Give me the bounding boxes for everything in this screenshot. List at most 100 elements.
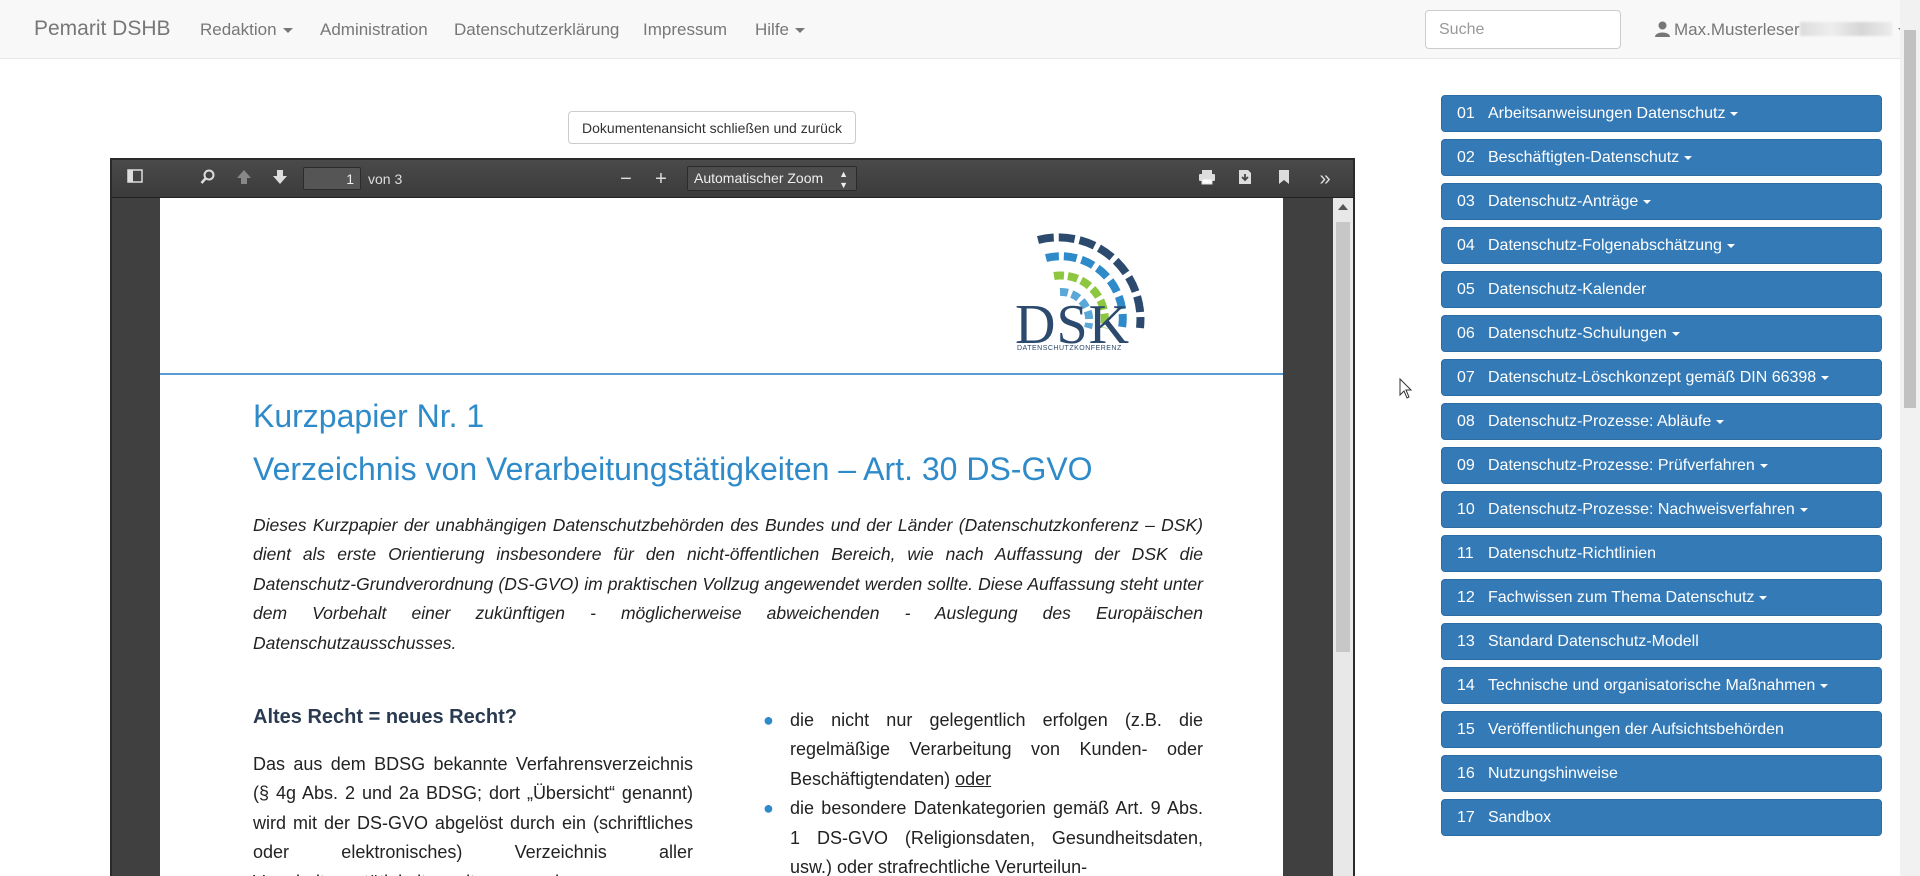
caret-down-icon (1759, 463, 1768, 468)
tools-menu-icon[interactable]: » (1314, 169, 1336, 189)
nav-datenschutzerklaerung[interactable]: Datenschutzerklärung (454, 20, 619, 40)
zoom-in-icon[interactable]: + (650, 169, 672, 189)
sidebar-item-num: 16 (1457, 765, 1475, 782)
sidebar-toggle-icon[interactable] (124, 169, 146, 189)
sidebar-item-num: 09 (1457, 457, 1475, 474)
search-icon[interactable] (197, 169, 219, 189)
sidebar-item-label: Datenschutz-Anträge (1488, 193, 1639, 210)
sidebar-item-label: Datenschutz-Kalender (1488, 281, 1647, 298)
sidebar-item-label: Beschäftigten-Datenschutz (1488, 149, 1680, 166)
sidebar-item-num: 11 (1457, 545, 1474, 562)
sidebar-item-num: 17 (1457, 809, 1475, 826)
sidebar-item-num: 08 (1457, 413, 1475, 430)
sidebar-item-09[interactable]: 09 Datenschutz-Prozesse: Prüfverfahren (1441, 447, 1882, 484)
sidebar-item-label: Nutzungshinweise (1488, 765, 1618, 782)
sidebar-item-num: 13 (1457, 633, 1475, 650)
zoom-value: Automatischer Zoom (694, 170, 824, 186)
sidebar-item-label: Arbeitsanweisungen Datenschutz (1488, 105, 1726, 122)
navbar: Pemarit DSHB Redaktion Administration Da… (0, 0, 1908, 59)
sidebar-item-07[interactable]: 07 Datenschutz-Löschkonzept gemäß DIN 663… (1441, 359, 1882, 396)
sidebar-item-num: 12 (1457, 589, 1475, 606)
sidebar-item-num: 15 (1457, 721, 1475, 738)
sidebar-item-10[interactable]: 10 Datenschutz-Prozesse: Nachweisverfahre… (1441, 491, 1882, 528)
caret-down-icon (1799, 507, 1808, 512)
page-scrollbar-thumb[interactable] (1904, 30, 1916, 408)
sidebar-item-13[interactable]: 13 Standard Datenschutz-Modell (1441, 623, 1882, 660)
bullet-text: die besondere Datenkategorien gemäß Art.… (790, 798, 1203, 876)
sidebar-item-01[interactable]: 01 Arbeitsanweisungen Datenschutz (1441, 95, 1882, 132)
pdf-viewer: von 3 − + Automatischer Zoom ▲▼ » DSK DAT… (110, 158, 1355, 876)
sidebar-item-11[interactable]: 11 Datenschutz-Richtlinien (1441, 535, 1882, 572)
sidebar-item-15[interactable]: 15 Veröffentlichungen der Aufsichtsbehörd… (1441, 711, 1882, 748)
previous-page-icon[interactable] (233, 169, 255, 189)
nav-redaktion-label: Redaktion (200, 20, 277, 39)
caret-down-icon (1671, 331, 1680, 336)
sidebar-item-17[interactable]: 17 Sandbox (1441, 799, 1882, 836)
category-sidebar: 01 Arbeitsanweisungen Datenschutz 02 Besch… (1441, 95, 1883, 843)
document-title: Kurzpapier Nr. 1 (253, 398, 485, 434)
nav-administration[interactable]: Administration (320, 20, 428, 40)
print-icon[interactable] (1196, 169, 1218, 189)
search-input[interactable] (1425, 10, 1621, 49)
scroll-up-icon[interactable] (1338, 204, 1348, 210)
document-subtitle: Verzeichnis von Verarbeitungstätigkeiten… (253, 451, 1093, 487)
nav-hilfe[interactable]: Hilfe (755, 20, 806, 40)
sidebar-item-16[interactable]: 16 Nutzungshinweise (1441, 755, 1882, 792)
header-rule (160, 373, 1283, 375)
caret-down-icon (1821, 375, 1830, 380)
sidebar-item-label: Datenschutz-Prozesse: Nachweisverfahren (1488, 501, 1795, 518)
sidebar-item-02[interactable]: 02 Beschäftigten-Datenschutz (1441, 139, 1882, 176)
caret-down-icon (1730, 111, 1739, 116)
sidebar-item-num: 01 (1457, 105, 1475, 122)
bullet-icon: ● (763, 798, 774, 819)
user-menu[interactable]: Max.Musterleser (1655, 20, 1908, 40)
sidebar-item-12[interactable]: 12 Fachwissen zum Thema Datenschutz (1441, 579, 1882, 616)
sidebar-item-label: Technische und organisatorische Maßnahme… (1488, 677, 1816, 694)
bullet-suffix: oder (955, 768, 992, 789)
user-name: Max.Musterleser (1674, 20, 1800, 39)
zoom-select[interactable]: Automatischer Zoom ▲ ▼ (687, 166, 857, 191)
brand-link[interactable]: Pemarit DSHB (34, 17, 171, 41)
list-item: ● die besondere Datenkategorien gemäß Art… (763, 794, 1203, 876)
user-icon (1655, 21, 1670, 37)
mouse-cursor-icon (1399, 378, 1413, 399)
sidebar-item-label: Fachwissen zum Thema Datenschutz (1488, 589, 1755, 606)
sidebar-item-num: 06 (1457, 325, 1475, 342)
sidebar-item-label: Datenschutz-Richtlinien (1488, 545, 1657, 562)
caret-down-icon (1759, 595, 1768, 600)
sidebar-item-num: 03 (1457, 193, 1475, 210)
section-heading: Altes Recht = neues Recht? (253, 706, 517, 728)
sidebar-item-label: Datenschutz-Prozesse: Abläufe (1488, 413, 1712, 430)
sidebar-item-label: Datenschutz-Löschkonzept gemäß DIN 66398 (1488, 369, 1817, 386)
sidebar-item-06[interactable]: 06 Datenschutz-Schulungen (1441, 315, 1882, 352)
logo-subtext: DATENSCHUTZKONFERENZ (1017, 345, 1122, 352)
sidebar-item-05[interactable]: 05 Datenschutz-Kalender (1441, 271, 1882, 308)
sidebar-item-num: 04 (1457, 237, 1475, 254)
sidebar-item-num: 07 (1457, 369, 1475, 386)
sidebar-item-num: 14 (1457, 677, 1475, 694)
sidebar-item-08[interactable]: 08 Datenschutz-Prozesse: Abläufe (1441, 403, 1882, 440)
next-page-icon[interactable] (269, 169, 291, 189)
caret-down-icon (1726, 243, 1735, 248)
page-number-input[interactable] (303, 167, 361, 190)
sidebar-item-label: Veröffentlichungen der Aufsichtsbehörden (1488, 721, 1784, 738)
download-icon[interactable] (1234, 169, 1256, 189)
nav-redaktion[interactable]: Redaktion (200, 20, 293, 40)
caret-down-icon (795, 28, 806, 34)
pdf-page: DSK DATENSCHUTZKONFERENZ Kurzpapier Nr. … (160, 198, 1283, 876)
pdf-scrollbar-thumb[interactable] (1336, 222, 1350, 652)
caret-down-icon (1643, 199, 1652, 204)
zoom-out-icon[interactable]: − (615, 169, 637, 189)
bookmark-icon[interactable] (1273, 169, 1295, 189)
page-scrollbar[interactable] (1900, 0, 1920, 876)
sidebar-item-14[interactable]: 14 Technische und organisatorische Maßnah… (1441, 667, 1882, 704)
sidebar-item-04[interactable]: 04 Datenschutz-Folgenabschätzung (1441, 227, 1882, 264)
caret-down-icon (1716, 419, 1725, 424)
page-count: von 3 (368, 171, 403, 187)
nav-hilfe-label: Hilfe (755, 20, 790, 39)
caret-down-icon (1684, 155, 1693, 160)
pdf-scrollbar[interactable] (1333, 198, 1353, 876)
sidebar-item-03[interactable]: 03 Datenschutz-Anträge (1441, 183, 1882, 220)
close-document-button[interactable]: Dokumentenansicht schließen und zurück (568, 111, 856, 144)
nav-impressum[interactable]: Impressum (643, 20, 727, 40)
